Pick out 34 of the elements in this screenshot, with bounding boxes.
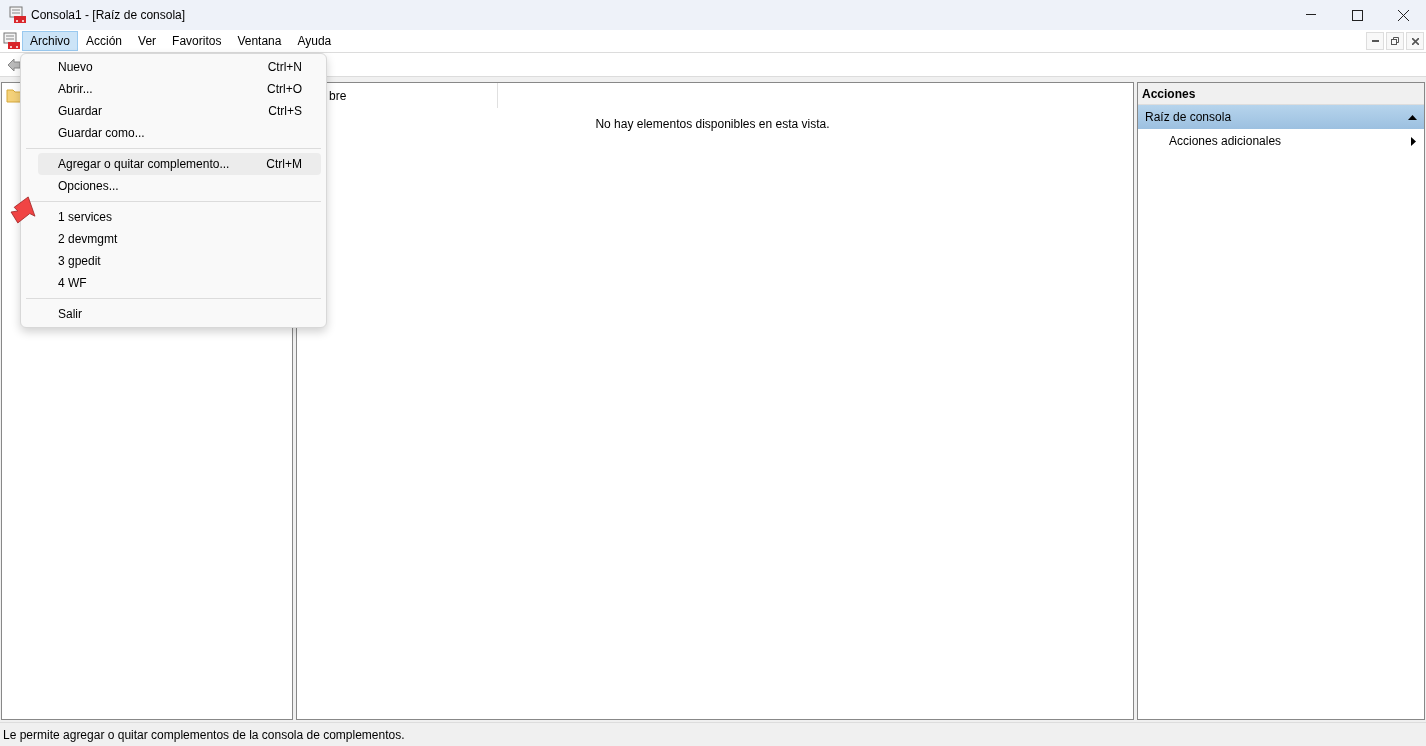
console-icon [9,6,27,24]
file-menu-item[interactable]: 3 gpedit [38,250,321,272]
menu-item[interactable]: Favoritos [164,31,230,51]
file-menu-item[interactable]: Opciones... [38,175,321,197]
minimize-icon [1371,40,1379,42]
restore-icon [1391,37,1399,45]
child-restore-button[interactable] [1386,32,1404,50]
menu-item[interactable]: Acción [78,31,131,51]
file-menu-item[interactable]: 2 devmgmt [38,228,321,250]
maximize-icon [1351,9,1363,21]
close-icon [1411,37,1419,45]
menu-item[interactable]: Ver [130,31,165,51]
file-menu-item[interactable]: Agregar o quitar complemento... Ctrl+M [38,153,321,175]
pointer-arrow-drawing [10,196,36,225]
child-close-button[interactable] [1406,32,1424,50]
submenu-arrow-icon [1411,136,1416,146]
collapse-icon [1408,114,1417,120]
child-minimize-button[interactable] [1366,32,1384,50]
file-menu-item[interactable]: 4 WF [38,272,321,294]
minimize-icon [1306,14,1316,16]
back-arrow-icon [7,57,21,72]
file-menu-item[interactable]: Guardar como... [38,122,321,144]
actions-title: Acciones [1138,83,1424,105]
file-menu-item[interactable]: Salir [38,303,321,325]
menu-item[interactable]: Ventana [229,31,290,51]
actions-section-header[interactable]: Raíz de consola [1138,105,1424,129]
action-item[interactable]: Acciones adicionales [1138,129,1424,153]
close-icon [1397,9,1409,21]
file-menu-item[interactable]: Nuevo Ctrl+N [38,56,321,78]
menu-item[interactable]: Ayuda [289,31,340,51]
window-title: Consola1 - [Raíz de consola] [31,7,186,24]
menu-item[interactable]: Archivo [22,31,78,51]
empty-list-message: No hay elementos disponibles en esta vista. [595,116,830,133]
file-menu-item[interactable]: 1 services [38,206,321,228]
